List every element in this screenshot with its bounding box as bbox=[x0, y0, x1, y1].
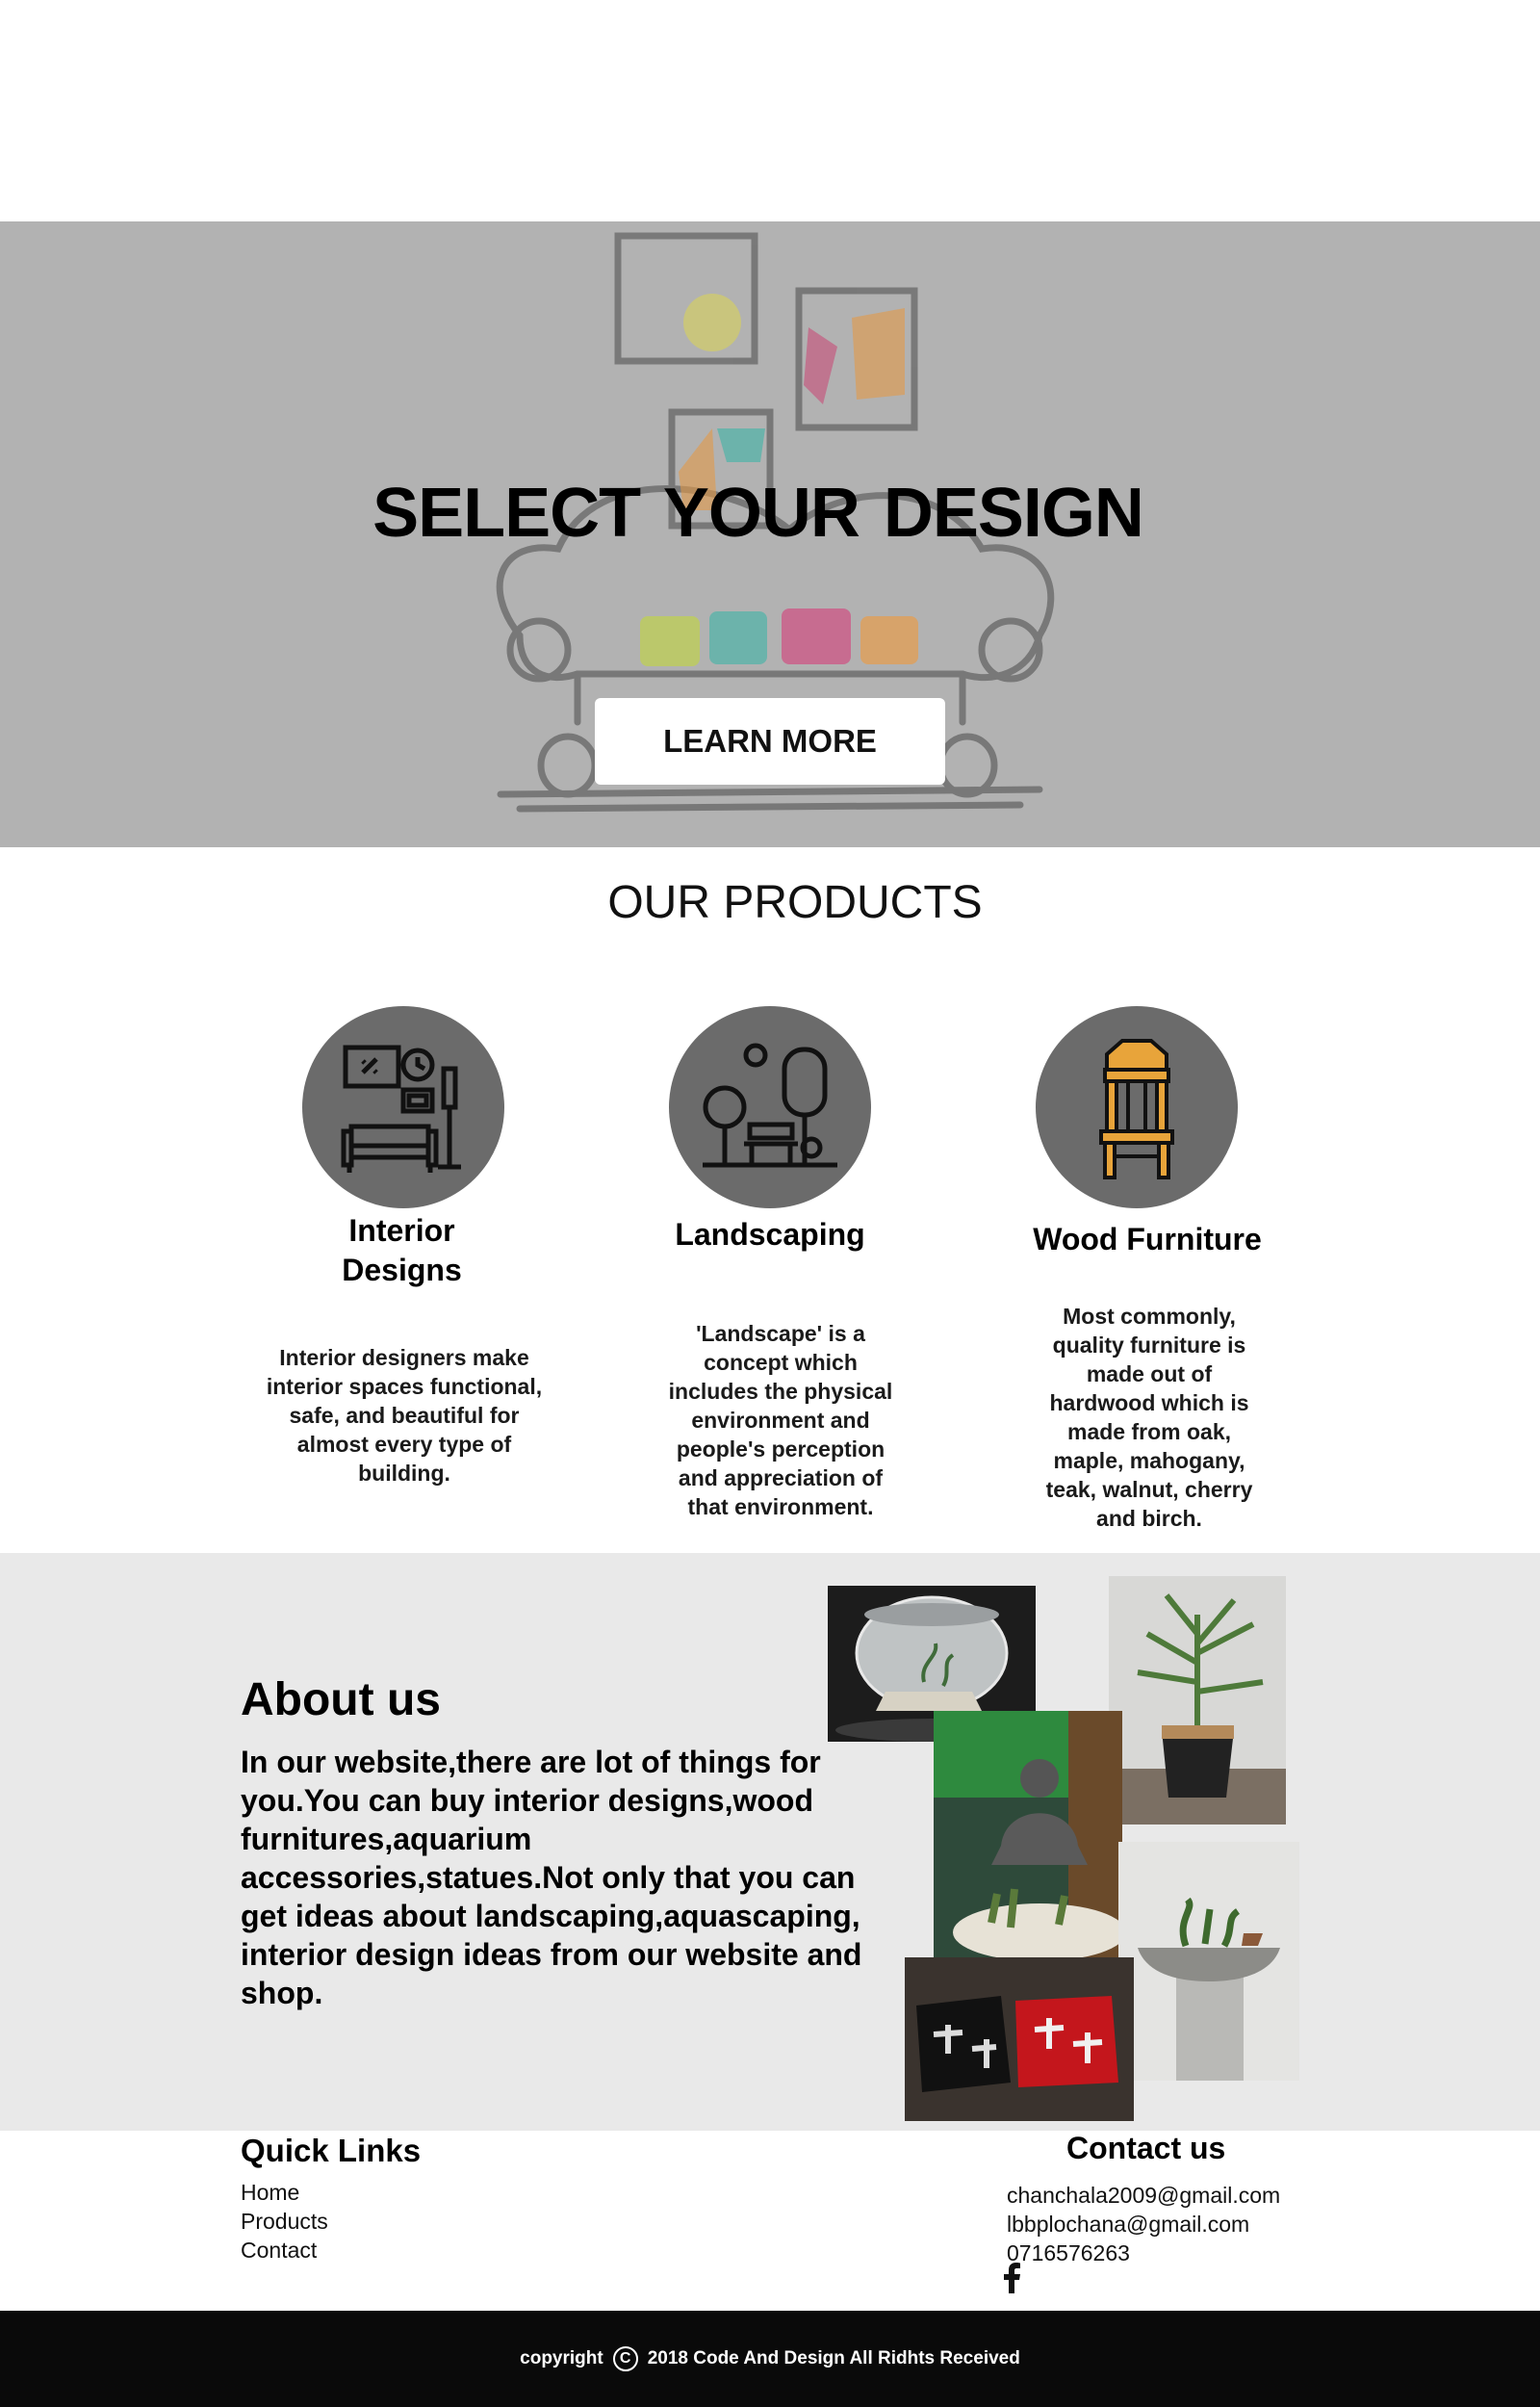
hero-banner: SELECT YOUR DESIGN LEARN MORE bbox=[0, 221, 1540, 847]
interior-designs-icon-circle[interactable] bbox=[302, 1006, 504, 1208]
about-text: In our website,there are lot of things f… bbox=[241, 1745, 862, 2010]
copyright-text: 2018 Code And Design All Ridhts Received bbox=[647, 2348, 1020, 2368]
product-name-interior-designs: Interior Designs bbox=[342, 1213, 462, 1287]
copyright-bar: copyright C 2018 Code And Design All Rid… bbox=[0, 2311, 1540, 2407]
quick-link-home[interactable]: Home bbox=[241, 2178, 299, 2207]
quick-links-title: Quick Links bbox=[241, 2133, 422, 2168]
decorative-cubes-photo bbox=[905, 1957, 1134, 2121]
wood-furniture-icon-circle[interactable] bbox=[1036, 1006, 1238, 1208]
bamboo-plant-pot-photo bbox=[1109, 1576, 1286, 1825]
about-title: About us bbox=[241, 1674, 441, 1725]
copyright-icon: C bbox=[612, 2346, 638, 2371]
living-room-icon bbox=[341, 1045, 461, 1173]
contact-email-2[interactable]: lbbplochana@gmail.com bbox=[1007, 2210, 1249, 2239]
products-section-title: OUR PRODUCTS bbox=[607, 877, 983, 928]
copyright-prefix: copyright bbox=[520, 2348, 603, 2368]
quick-link-products[interactable]: Products bbox=[241, 2207, 328, 2236]
hero-title: SELECT YOUR DESIGN bbox=[372, 475, 1144, 552]
contact-title: Contact us bbox=[1066, 2131, 1226, 2165]
product-name-landscaping: Landscaping bbox=[675, 1217, 865, 1252]
landscaping-icon-circle[interactable] bbox=[669, 1006, 871, 1208]
product-description-interior-designs: Interior designers make interior spaces … bbox=[266, 1345, 543, 1486]
facebook-icon[interactable] bbox=[1001, 2263, 1022, 2293]
product-description-wood-furniture: Most commonly, quality furniture is made… bbox=[1045, 1304, 1253, 1531]
stone-bowl-planter-photo bbox=[1118, 1842, 1299, 2081]
quick-link-contact[interactable]: Contact bbox=[241, 2236, 317, 2265]
park-icon bbox=[703, 1043, 837, 1168]
product-description-landscaping: 'Landscape' is a concept which includes … bbox=[668, 1321, 893, 1519]
learn-more-button[interactable]: LEARN MORE bbox=[595, 698, 945, 785]
contact-phone: 0716576263 bbox=[1007, 2240, 1130, 2265]
contact-email-1[interactable]: chanchala2009@gmail.com bbox=[1007, 2181, 1280, 2210]
product-name-wood-furniture: Wood Furniture bbox=[1033, 1222, 1262, 1256]
buddha-statue-garden-photo bbox=[934, 1711, 1122, 1986]
chair-icon bbox=[1099, 1039, 1174, 1179]
